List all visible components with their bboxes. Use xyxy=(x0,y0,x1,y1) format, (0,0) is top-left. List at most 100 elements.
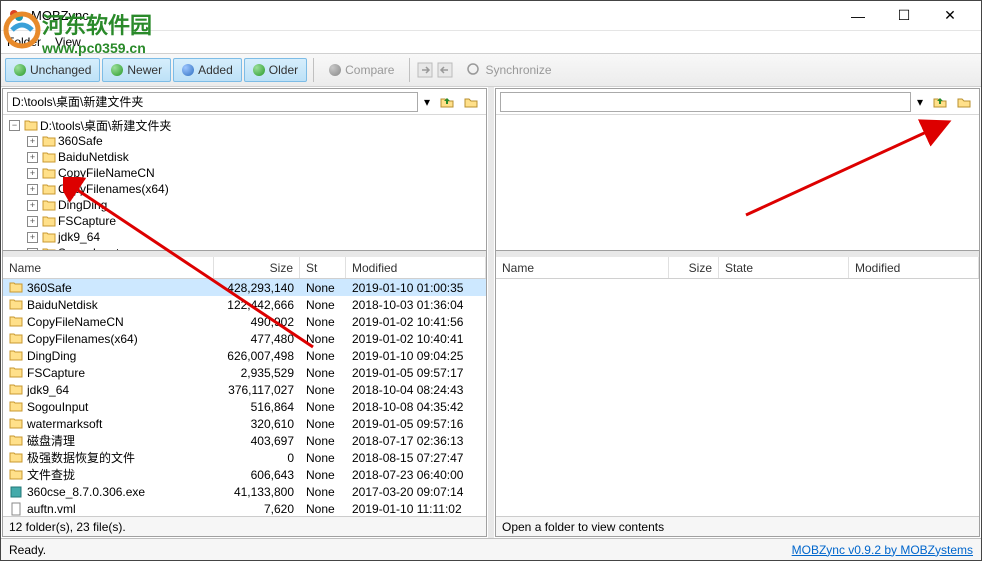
right-up-folder-button[interactable] xyxy=(929,92,951,112)
filter-unchanged-button[interactable]: Unchanged xyxy=(5,58,100,82)
left-open-folder-button[interactable] xyxy=(460,92,482,112)
header-st[interactable]: St xyxy=(300,257,346,278)
table-row[interactable]: 360Safe428,293,140None2019-01-10 01:00:3… xyxy=(3,279,486,296)
circle-green-icon xyxy=(253,64,265,76)
table-row[interactable]: jdk9_64376,117,027None2018-10-04 08:24:4… xyxy=(3,381,486,398)
tree-root[interactable]: −D:\tools\桌面\新建文件夹 xyxy=(5,117,484,133)
toolbar-separator xyxy=(313,58,314,82)
header-name[interactable]: Name xyxy=(3,257,214,278)
maximize-button[interactable]: ☐ xyxy=(881,1,927,31)
right-status: Open a folder to view contents xyxy=(496,516,979,536)
folder-icon xyxy=(42,231,56,243)
folder-icon xyxy=(9,417,23,431)
left-path-dropdown[interactable]: ▾ xyxy=(420,92,434,112)
tree-item[interactable]: +CopyFileNameCN xyxy=(5,165,484,181)
sync-right-icon[interactable] xyxy=(416,61,434,79)
tree-item[interactable]: +BaiduNetdisk xyxy=(5,149,484,165)
close-button[interactable]: ✕ xyxy=(927,1,973,31)
folder-icon xyxy=(42,199,56,211)
minimize-button[interactable]: — xyxy=(835,1,881,31)
panes-container: ▾ −D:\tools\桌面\新建文件夹 +360Safe+BaiduNetdi… xyxy=(1,87,981,538)
folder-icon xyxy=(9,383,23,397)
left-pane: ▾ −D:\tools\桌面\新建文件夹 +360Safe+BaiduNetdi… xyxy=(2,88,487,537)
table-row[interactable]: CopyFilenames(x64)477,480None2019-01-02 … xyxy=(3,330,486,347)
sync-left-icon[interactable] xyxy=(436,61,454,79)
header-size[interactable]: Size xyxy=(669,257,719,278)
window-controls: — ☐ ✕ xyxy=(835,1,973,31)
table-row[interactable]: watermarksoft320,610None2019-01-05 09:57… xyxy=(3,415,486,432)
tree-item[interactable]: +jdk9_64 xyxy=(5,229,484,245)
tree-item[interactable]: +CopyFilenames(x64) xyxy=(5,181,484,197)
window-title: MOBZync xyxy=(31,8,835,23)
synchronize-button[interactable]: Synchronize xyxy=(456,56,560,85)
folder-icon xyxy=(9,349,23,363)
table-row[interactable]: BaiduNetdisk122,442,666None2018-10-03 01… xyxy=(3,296,486,313)
table-row[interactable]: CopyFileNameCN490,902None2019-01-02 10:4… xyxy=(3,313,486,330)
tree-item[interactable]: +FSCapture xyxy=(5,213,484,229)
folder-icon xyxy=(9,468,23,482)
folder-icon xyxy=(42,135,56,147)
right-list-header: Name Size State Modified xyxy=(496,257,979,279)
folder-icon xyxy=(9,298,23,312)
folder-icon xyxy=(9,366,23,380)
expand-icon[interactable]: + xyxy=(27,184,38,195)
header-state[interactable]: State xyxy=(719,257,849,278)
app-icon xyxy=(9,8,25,24)
statusbar: Ready. MOBZync v0.9.2 by MOBZystems xyxy=(1,538,981,560)
folder-icon xyxy=(42,215,56,227)
header-modified[interactable]: Modified xyxy=(346,257,486,278)
vertical-splitter[interactable] xyxy=(488,87,494,538)
header-name[interactable]: Name xyxy=(496,257,669,278)
tree-item[interactable]: +DingDing xyxy=(5,197,484,213)
compare-button[interactable]: Compare xyxy=(320,58,403,82)
titlebar: MOBZync — ☐ ✕ xyxy=(1,1,981,31)
toolbar: Unchanged Newer Added Older Compare Sync… xyxy=(1,53,981,87)
header-modified[interactable]: Modified xyxy=(849,257,979,278)
expand-icon[interactable]: + xyxy=(27,152,38,163)
expand-icon[interactable]: + xyxy=(27,168,38,179)
filter-newer-button[interactable]: Newer xyxy=(102,58,171,82)
table-row[interactable]: SogouInput516,864None2018-10-08 04:35:42 xyxy=(3,398,486,415)
circle-green-icon xyxy=(111,64,123,76)
right-path-dropdown[interactable]: ▾ xyxy=(913,92,927,112)
right-path-input[interactable] xyxy=(500,92,911,112)
folder-icon xyxy=(24,119,38,131)
collapse-icon[interactable]: − xyxy=(9,120,20,131)
header-size[interactable]: Size xyxy=(214,257,300,278)
circle-green-icon xyxy=(14,64,26,76)
left-up-folder-button[interactable] xyxy=(436,92,458,112)
filter-older-button[interactable]: Older xyxy=(244,58,307,82)
table-row[interactable]: 极强数据恢复的文件0None2018-08-15 07:27:47 xyxy=(3,449,486,466)
left-path-input[interactable] xyxy=(7,92,418,112)
toolbar-separator xyxy=(409,58,410,82)
right-open-folder-button[interactable] xyxy=(953,92,975,112)
table-row[interactable]: DingDing626,007,498None2019-01-10 09:04:… xyxy=(3,347,486,364)
left-file-list[interactable]: 360Safe428,293,140None2019-01-10 01:00:3… xyxy=(3,279,486,516)
table-row[interactable]: 磁盘清理403,697None2018-07-17 02:36:13 xyxy=(3,432,486,449)
menubar: Folder View xyxy=(1,31,981,53)
table-row[interactable]: 360cse_8.7.0.306.exe41,133,800None2017-0… xyxy=(3,483,486,500)
table-row[interactable]: FSCapture2,935,529None2019-01-05 09:57:1… xyxy=(3,364,486,381)
menu-view[interactable]: View xyxy=(55,35,81,49)
table-row[interactable]: 文件查拢606,643None2018-07-23 06:40:00 xyxy=(3,466,486,483)
left-status: 12 folder(s), 23 file(s). xyxy=(3,516,486,536)
right-folder-tree[interactable] xyxy=(496,115,979,251)
tree-item[interactable]: +360Safe xyxy=(5,133,484,149)
right-pane: ▾ Name Size State Modified Open a folder… xyxy=(495,88,980,537)
sync-icon xyxy=(465,61,481,80)
folder-icon xyxy=(9,281,23,295)
folder-icon xyxy=(9,434,23,448)
expand-icon[interactable]: + xyxy=(27,216,38,227)
folder-icon xyxy=(42,151,56,163)
expand-icon[interactable]: + xyxy=(27,200,38,211)
expand-icon[interactable]: + xyxy=(27,136,38,147)
left-folder-tree[interactable]: −D:\tools\桌面\新建文件夹 +360Safe+BaiduNetdisk… xyxy=(3,115,486,251)
version-link[interactable]: MOBZync v0.9.2 by MOBZystems xyxy=(792,543,973,557)
table-row[interactable]: auftn.vml7,620None2019-01-10 11:11:02 xyxy=(3,500,486,516)
menu-folder[interactable]: Folder xyxy=(7,35,41,49)
expand-icon[interactable]: + xyxy=(27,232,38,243)
right-file-list[interactable] xyxy=(496,279,979,516)
filter-added-button[interactable]: Added xyxy=(173,58,242,82)
folder-icon xyxy=(9,451,23,465)
left-list-header: Name Size St Modified xyxy=(3,257,486,279)
